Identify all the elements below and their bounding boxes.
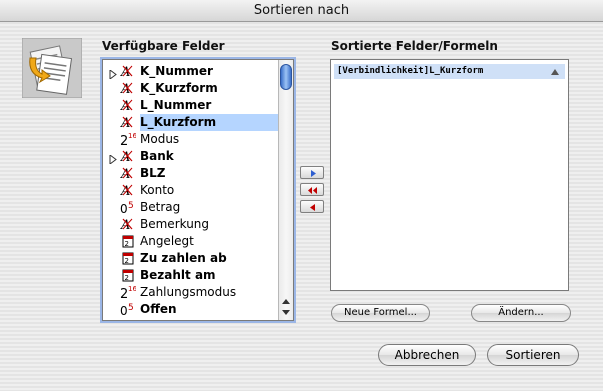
field-label: K_Nummer bbox=[140, 64, 213, 78]
field-item[interactable]: A Bemerkung bbox=[103, 216, 279, 233]
sorted-fields-heading: Sortierte Felder/Formeln bbox=[331, 39, 498, 53]
field-item[interactable]: A Konto bbox=[103, 182, 279, 199]
svg-text:16: 16 bbox=[128, 285, 136, 293]
svg-text:16: 16 bbox=[128, 132, 136, 140]
sorted-field-item[interactable]: [Verbindlichkeit]L_Kurzform bbox=[334, 64, 565, 79]
available-fields-list[interactable]: A K_Nummer A K_Kurzform A L_Nummer A L_Kurzform… bbox=[102, 59, 294, 321]
field-label: Zahlungsmodus bbox=[140, 285, 237, 299]
field-label: Bezahlt am bbox=[140, 268, 216, 282]
field-label: Bank bbox=[140, 149, 174, 163]
field-label: L_Kurzform bbox=[140, 114, 278, 131]
field-label: Offen bbox=[140, 302, 177, 316]
sort-button[interactable]: Sortieren bbox=[487, 344, 579, 366]
arrow-left-icon bbox=[310, 204, 315, 211]
field-label: Angelegt bbox=[140, 234, 194, 248]
scroll-down-icon[interactable] bbox=[282, 310, 290, 315]
field-item[interactable]: A K_Nummer bbox=[103, 63, 279, 80]
arrow-right-icon bbox=[311, 170, 316, 177]
date-field-icon: 2 bbox=[120, 267, 138, 284]
field-item[interactable]: 2 Bezahlt am bbox=[103, 267, 279, 284]
field-item[interactable]: 0 5 Offen bbox=[103, 301, 279, 318]
field-rows: A K_Nummer A K_Kurzform A L_Nummer A L_Kurzform… bbox=[103, 63, 279, 318]
svg-text:2: 2 bbox=[125, 257, 129, 265]
text-field-icon: A bbox=[120, 97, 138, 114]
remove-all-button[interactable] bbox=[300, 183, 324, 196]
text-field-icon: A bbox=[120, 63, 138, 80]
svg-text:0: 0 bbox=[120, 304, 128, 317]
cancel-button[interactable]: Abbrechen bbox=[378, 344, 476, 366]
double-arrow-left-icon bbox=[308, 187, 317, 194]
text-field-icon: A bbox=[120, 182, 138, 199]
field-label: Betrag bbox=[140, 200, 181, 214]
date-field-icon: 2 bbox=[120, 250, 138, 267]
field-label: L_Nummer bbox=[140, 98, 212, 112]
field-item[interactable]: 0 5 Betrag bbox=[103, 199, 279, 216]
field-label: Zu zahlen ab bbox=[140, 251, 227, 265]
sorted-fields-list[interactable]: [Verbindlichkeit]L_Kurzform bbox=[330, 59, 569, 291]
number-field-icon: 216 bbox=[120, 131, 138, 149]
field-item[interactable]: 2 Zu zahlen ab bbox=[103, 250, 279, 267]
field-item[interactable]: A L_Kurzform bbox=[103, 114, 279, 131]
number-field-icon: 216 bbox=[120, 284, 138, 302]
number-field-icon: 05 bbox=[120, 199, 138, 216]
text-field-icon: A bbox=[120, 216, 138, 233]
change-button[interactable]: Ändern... bbox=[471, 304, 571, 322]
sort-documents-icon bbox=[21, 37, 83, 99]
field-item[interactable]: 216Zahlungsmodus bbox=[103, 284, 279, 302]
field-item[interactable]: A BLZ bbox=[103, 165, 279, 182]
sorted-field-label: [Verbindlichkeit]L_Kurzform bbox=[337, 66, 484, 76]
svg-text:2: 2 bbox=[125, 240, 129, 248]
window-title: Sortieren nach bbox=[0, 0, 603, 22]
field-label: BLZ bbox=[140, 166, 166, 180]
field-label: K_Kurzform bbox=[140, 81, 218, 95]
remove-field-button[interactable] bbox=[300, 200, 324, 213]
text-field-icon: A bbox=[120, 165, 138, 182]
date-field-icon: 2 bbox=[120, 233, 138, 250]
text-field-icon: A bbox=[120, 148, 138, 165]
disclosure-triangle-icon[interactable] bbox=[109, 152, 117, 165]
scroll-up-icon[interactable] bbox=[282, 299, 290, 304]
svg-text:5: 5 bbox=[128, 303, 134, 313]
svg-text:5: 5 bbox=[128, 201, 134, 211]
svg-text:2: 2 bbox=[125, 274, 129, 282]
sort-ascending-icon[interactable] bbox=[551, 69, 559, 75]
disclosure-triangle-icon[interactable] bbox=[109, 67, 117, 80]
field-item[interactable]: A Bank bbox=[103, 148, 279, 165]
field-item[interactable]: 2 Angelegt bbox=[103, 233, 279, 250]
scrollbar-thumb[interactable] bbox=[280, 64, 292, 90]
new-formula-button[interactable]: Neue Formel... bbox=[331, 304, 430, 322]
add-field-button[interactable] bbox=[300, 166, 324, 179]
available-fields-heading: Verfügbare Felder bbox=[102, 39, 225, 53]
vertical-scrollbar[interactable] bbox=[278, 60, 293, 320]
field-item[interactable]: A K_Kurzform bbox=[103, 80, 279, 97]
field-label: Bemerkung bbox=[140, 217, 210, 231]
field-item[interactable]: 216Modus bbox=[103, 131, 279, 149]
field-label: Modus bbox=[140, 132, 180, 146]
number-field-icon: 05 bbox=[120, 301, 138, 318]
field-item[interactable]: A L_Nummer bbox=[103, 97, 279, 114]
text-field-icon: A bbox=[120, 80, 138, 97]
svg-text:0: 0 bbox=[120, 202, 128, 215]
text-field-icon: A bbox=[120, 114, 138, 131]
field-label: Konto bbox=[140, 183, 175, 197]
